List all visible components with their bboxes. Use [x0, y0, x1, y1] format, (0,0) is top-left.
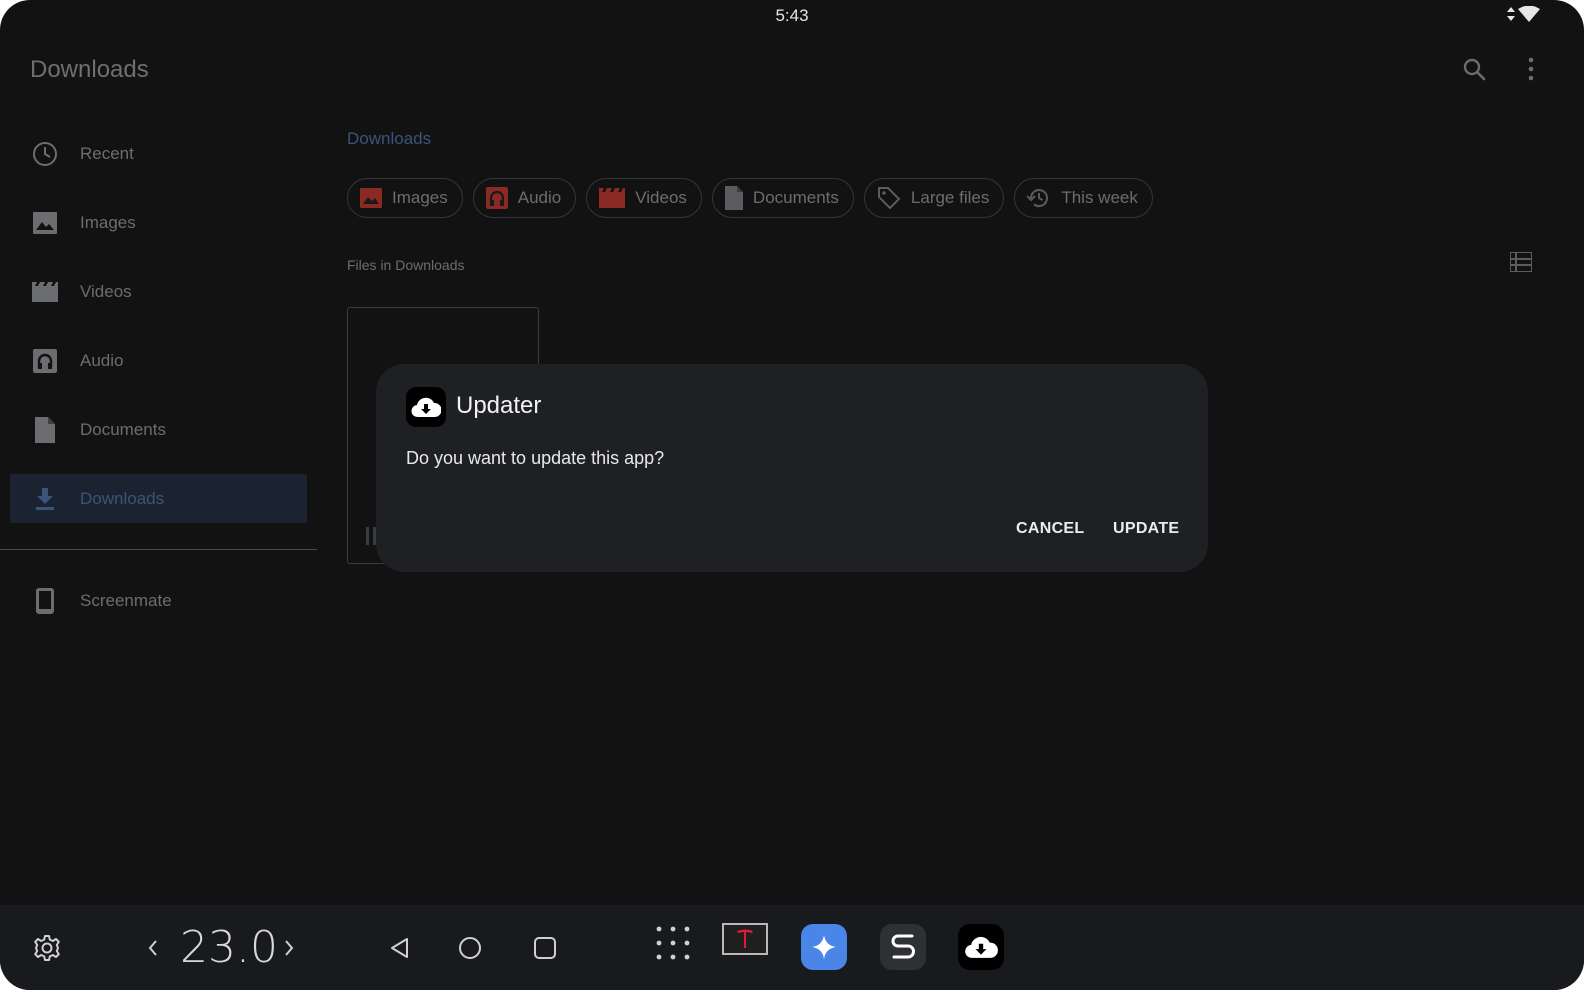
sidebar-divider: [0, 549, 317, 550]
app-title: Downloads: [30, 56, 149, 83]
search-icon: [1463, 58, 1486, 81]
update-button[interactable]: UPDATE: [1113, 520, 1179, 538]
home-button[interactable]: [455, 933, 485, 963]
s-app-button[interactable]: [880, 924, 926, 970]
gear-icon: [34, 935, 60, 961]
sidebar-item-label: Downloads: [80, 488, 165, 508]
updater-app-button[interactable]: [958, 924, 1004, 970]
back-icon: [391, 938, 408, 958]
status-icons: [1507, 6, 1540, 22]
sparkle-icon: [812, 935, 836, 959]
chip-videos[interactable]: Videos: [586, 178, 702, 218]
sidebar-item-label: Videos: [80, 281, 132, 301]
chip-label: Large files: [910, 188, 990, 207]
chip-label: Videos: [635, 188, 687, 207]
image-icon: [32, 210, 58, 236]
chip-label: Images: [392, 188, 448, 207]
assistant-app-button[interactable]: [801, 924, 847, 970]
sidebar-item-label: Images: [80, 212, 136, 232]
updater-app-icon: [406, 387, 446, 427]
download-icon: [32, 486, 58, 512]
chip-this-week[interactable]: This week: [1014, 178, 1153, 218]
file-type-icon: [366, 527, 376, 545]
chip-label: Documents: [752, 188, 839, 207]
section-label: Files in Downloads: [347, 257, 465, 273]
sidebar-item-videos[interactable]: Videos: [10, 267, 307, 316]
list-view-icon: [1509, 251, 1533, 273]
chevron-left-icon: [148, 940, 157, 956]
s-app-icon: [891, 934, 915, 959]
chevron-right-icon: [285, 940, 294, 956]
back-button[interactable]: [384, 933, 414, 963]
temperature-value: 23.0: [180, 922, 278, 973]
document-icon: [32, 416, 58, 443]
filter-chips: Images Audio Videos Documents Large file…: [347, 178, 1153, 218]
taskbar: 23.0: [0, 905, 1584, 990]
update-dialog: Updater Do you want to update this app? …: [376, 364, 1208, 572]
document-icon: [724, 186, 743, 210]
headphones-icon: [32, 348, 58, 374]
sidebar-item-recent[interactable]: Recent: [10, 129, 307, 178]
sidebar-item-label: Audio: [80, 350, 124, 370]
chip-images[interactable]: Images: [347, 178, 463, 218]
more-options-button[interactable]: [1518, 56, 1544, 82]
sidebar-item-images[interactable]: Images: [10, 198, 307, 247]
chip-label: This week: [1061, 188, 1138, 207]
sidebar-item-audio[interactable]: Audio: [10, 336, 307, 385]
sidebar-item-documents[interactable]: Documents: [10, 405, 307, 454]
chip-audio[interactable]: Audio: [472, 178, 577, 218]
chip-label: Audio: [517, 188, 562, 207]
sidebar-item-label: Recent: [80, 143, 134, 163]
cancel-button[interactable]: CANCEL: [1016, 520, 1084, 538]
sidebar-item-screenmate[interactable]: Screenmate: [10, 576, 307, 625]
video-icon: [32, 279, 58, 305]
temperature-decrease-button[interactable]: [143, 935, 163, 961]
app-grid-button[interactable]: [653, 923, 693, 963]
data-arrows-icon: [1507, 7, 1515, 21]
list-view-toggle[interactable]: [1509, 251, 1534, 276]
more-vert-icon: [1528, 57, 1534, 81]
dialog-message: Do you want to update this app?: [406, 448, 665, 468]
app-grid-icon: [656, 926, 690, 960]
status-time: 5:43: [775, 6, 809, 25]
image-icon: [360, 188, 382, 208]
home-icon: [459, 937, 481, 959]
breadcrumb[interactable]: Downloads: [347, 129, 431, 149]
settings-button[interactable]: [32, 933, 62, 963]
tesla-app-icon: [737, 929, 753, 948]
recents-icon: [534, 937, 556, 959]
temperature-increase-button[interactable]: [279, 935, 299, 961]
updater-app-icon: [965, 936, 998, 958]
chip-large-files[interactable]: Large files: [863, 178, 1005, 218]
tag-icon: [877, 187, 901, 210]
sidebar-item-downloads[interactable]: Downloads: [10, 474, 307, 523]
sidebar-item-label: Screenmate: [80, 590, 172, 610]
recents-button[interactable]: [530, 933, 560, 963]
headphones-icon: [485, 187, 508, 209]
search-button[interactable]: [1461, 56, 1487, 82]
cloud-download-icon: [411, 397, 441, 418]
dialog-title: Updater: [456, 392, 542, 419]
tesla-app-button[interactable]: [722, 923, 768, 955]
phone-icon: [32, 587, 58, 614]
wifi-icon: [1518, 6, 1540, 22]
clock-icon: [32, 141, 58, 167]
chip-documents[interactable]: Documents: [711, 178, 854, 218]
sidebar-item-label: Documents: [80, 419, 166, 439]
video-icon: [599, 188, 626, 208]
device-screen: 5:43 Downloads Recent Images Videos Audi…: [0, 0, 1584, 990]
history-icon: [1027, 189, 1049, 208]
